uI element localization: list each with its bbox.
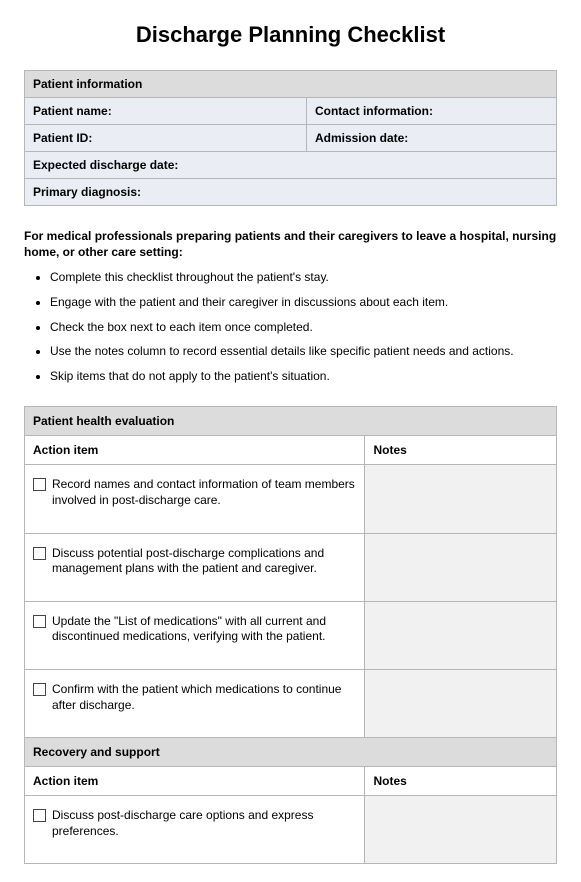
patient-id-field[interactable]: Patient ID:: [25, 125, 307, 152]
action-item-text: Record names and contact information of …: [52, 477, 356, 508]
notes-cell[interactable]: [365, 796, 557, 864]
action-item-text: Confirm with the patient which medicatio…: [52, 682, 356, 713]
action-item-text: Discuss post-discharge care options and …: [52, 808, 356, 839]
contact-info-field[interactable]: Contact information:: [306, 98, 556, 125]
checklist-table: Patient health evaluation Action item No…: [24, 406, 557, 864]
checkbox[interactable]: [33, 547, 46, 560]
discharge-date-field[interactable]: Expected discharge date:: [25, 152, 557, 179]
action-column-header: Action item: [25, 436, 365, 465]
action-item-text: Update the "List of medications" with al…: [52, 614, 356, 645]
notes-cell[interactable]: [365, 601, 557, 669]
page-title: Discharge Planning Checklist: [24, 22, 557, 48]
checkbox[interactable]: [33, 683, 46, 696]
checkbox[interactable]: [33, 809, 46, 822]
notes-column-header: Notes: [365, 436, 557, 465]
notes-cell[interactable]: [365, 533, 557, 601]
action-column-header: Action item: [25, 767, 365, 796]
list-item: Engage with the patient and their caregi…: [50, 295, 557, 311]
list-item: Complete this checklist throughout the p…: [50, 270, 557, 286]
intro-text: For medical professionals preparing pati…: [24, 228, 557, 260]
list-item: Check the box next to each item once com…: [50, 320, 557, 336]
section-header: Recovery and support: [25, 738, 557, 767]
patient-info-header: Patient information: [25, 71, 557, 98]
notes-column-header: Notes: [365, 767, 557, 796]
action-item-text: Discuss potential post-discharge complic…: [52, 546, 356, 577]
primary-diagnosis-field[interactable]: Primary diagnosis:: [25, 179, 557, 206]
list-item: Use the notes column to record essential…: [50, 344, 557, 360]
checkbox[interactable]: [33, 478, 46, 491]
section-header: Patient health evaluation: [25, 407, 557, 436]
patient-info-table: Patient information Patient name: Contac…: [24, 70, 557, 206]
list-item: Skip items that do not apply to the pati…: [50, 369, 557, 385]
notes-cell[interactable]: [365, 465, 557, 533]
admission-date-field[interactable]: Admission date:: [306, 125, 556, 152]
checkbox[interactable]: [33, 615, 46, 628]
notes-cell[interactable]: [365, 669, 557, 737]
patient-name-field[interactable]: Patient name:: [25, 98, 307, 125]
instructions-list: Complete this checklist throughout the p…: [24, 270, 557, 384]
